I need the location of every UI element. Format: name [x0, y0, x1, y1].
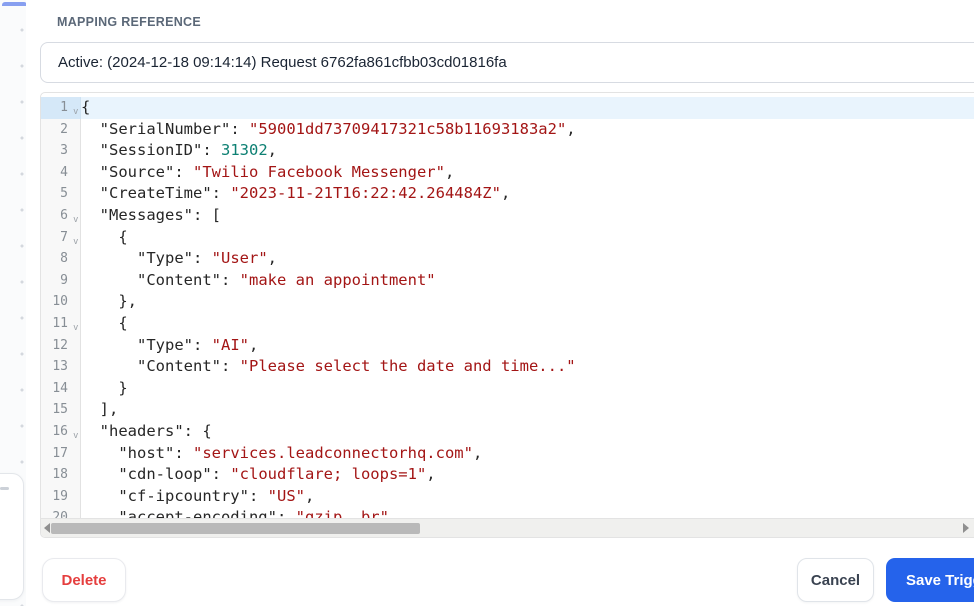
editor-line[interactable]: 1 v{ [41, 97, 974, 119]
editor-line[interactable]: 6v "Messages": [ [41, 204, 974, 227]
editor-line[interactable]: 18 "cdn-loop": "cloudflare; loops=1", [41, 464, 974, 486]
editor-line-text: "Type": "User", [137, 249, 278, 268]
cancel-button[interactable]: Cancel [797, 558, 874, 602]
editor-line[interactable]: 20 "accept-encoding": "gzip, br" [41, 507, 974, 518]
editor-line-text: "headers": { [99, 421, 212, 440]
editor-line-text: "Content": "Please select the date and t… [137, 357, 576, 376]
canvas-node-edge [2, 2, 27, 6]
line-number: 5 [41, 183, 81, 205]
line-number: 9 [41, 269, 81, 292]
editor-line-text: }, [81, 292, 137, 311]
editor-line[interactable]: 14 } [41, 377, 974, 400]
scrollbar-thumb[interactable] [51, 523, 420, 534]
line-number: 14 [41, 377, 81, 400]
trigger-settings-panel: MAPPING REFERENCE Active: (2024-12-18 09… [26, 0, 974, 606]
editor-line-text: "Content": "make an appointment" [137, 270, 436, 289]
editor-line[interactable]: 13 "Content": "Please select the date an… [41, 356, 974, 378]
editor-line-text: } [81, 378, 128, 397]
line-number: 13 [41, 356, 81, 378]
scroll-left-arrow-icon[interactable] [44, 523, 50, 533]
save-trigger-button[interactable]: Save Trigger [886, 558, 974, 602]
line-number: 18 [41, 464, 81, 486]
editor-line-text: { [81, 97, 974, 119]
editor-line[interactable]: 11 v { [41, 312, 974, 335]
editor-line-text: "Source": "Twilio Facebook Messenger", [99, 162, 455, 181]
delete-button[interactable]: Delete [42, 558, 126, 602]
line-number: 3 [41, 140, 81, 162]
horizontal-scrollbar[interactable] [41, 518, 974, 537]
line-number: 20 [41, 507, 81, 518]
line-number: 7v [41, 226, 81, 249]
line-number: 19 [41, 485, 81, 508]
editor-line-text: "SerialNumber": "59001dd73709417321c58b1… [99, 119, 576, 138]
editor-line-text: "accept-encoding": "gzip, br" [118, 508, 389, 518]
editor-line[interactable]: 12 "Type": "AI", [41, 334, 974, 357]
editor-line[interactable]: 15 ], [41, 399, 974, 421]
line-number: 1v [41, 97, 81, 119]
editor-line-text: { [81, 227, 128, 246]
editor-line[interactable]: 3 "SessionID": 31302, [41, 140, 974, 162]
editor-line[interactable]: 19 "cf-ipcountry": "US", [41, 485, 974, 508]
editor-line-text: "CreateTime": "2023-11-21T16:22:42.26448… [99, 184, 511, 203]
line-number: 16 v [41, 420, 81, 443]
background-card-dash [0, 487, 9, 490]
request-select-value: Active: (2024-12-18 09:14:14) Request 67… [58, 54, 507, 71]
line-number: 8 [41, 248, 81, 270]
editor-line[interactable]: 9 "Content": "make an appointment" [41, 269, 974, 292]
request-select[interactable]: Active: (2024-12-18 09:14:14) Request 67… [40, 42, 974, 83]
editor-line[interactable]: 10 }, [41, 291, 974, 313]
editor-line-text: "host": "services.leadconnectorhq.com", [118, 443, 483, 462]
line-number: 15 [41, 399, 81, 421]
editor-line-text: "cf-ipcountry": "US", [118, 486, 315, 505]
line-number: 4 [41, 161, 81, 184]
editor-line-text: "SessionID": 31302, [99, 141, 278, 160]
line-number: 2 [41, 118, 81, 141]
background-card [0, 473, 24, 600]
line-number: 10 [41, 291, 81, 313]
line-number: 12 [41, 334, 81, 357]
editor-line[interactable]: 7v { [41, 226, 974, 249]
editor-line-text: ], [81, 400, 119, 419]
editor-line[interactable]: 16 v "headers": { [41, 420, 974, 443]
mapping-reference-label: MAPPING REFERENCE [57, 15, 202, 29]
editor-lines[interactable]: 1 v{2 "SerialNumber": "59001dd73709417321… [41, 93, 974, 518]
line-number: 17 [41, 442, 81, 465]
editor-line-text: "cdn-loop": "cloudflare; loops=1", [118, 465, 436, 484]
json-editor[interactable]: 1 v{2 "SerialNumber": "59001dd73709417321… [40, 92, 974, 538]
editor-line[interactable]: 2 "SerialNumber": "59001dd73709417321c58… [41, 118, 974, 141]
editor-line[interactable]: 4 "Source": "Twilio Facebook Messenger", [41, 161, 974, 184]
editor-line[interactable]: 5 "CreateTime": "2023-11-21T16:22:42.264… [41, 183, 974, 205]
editor-line-text: { [81, 313, 128, 332]
scroll-right-arrow-icon[interactable] [963, 523, 969, 533]
editor-line[interactable]: 17 "host": "services.leadconnectorhq.com… [41, 442, 974, 465]
line-number: 11 v [41, 312, 81, 335]
editor-line-text: "Type": "AI", [137, 335, 259, 354]
editor-line-text: "Messages": [ [99, 205, 221, 224]
line-number: 6v [41, 204, 81, 227]
editor-line[interactable]: 8 "Type": "User", [41, 248, 974, 270]
